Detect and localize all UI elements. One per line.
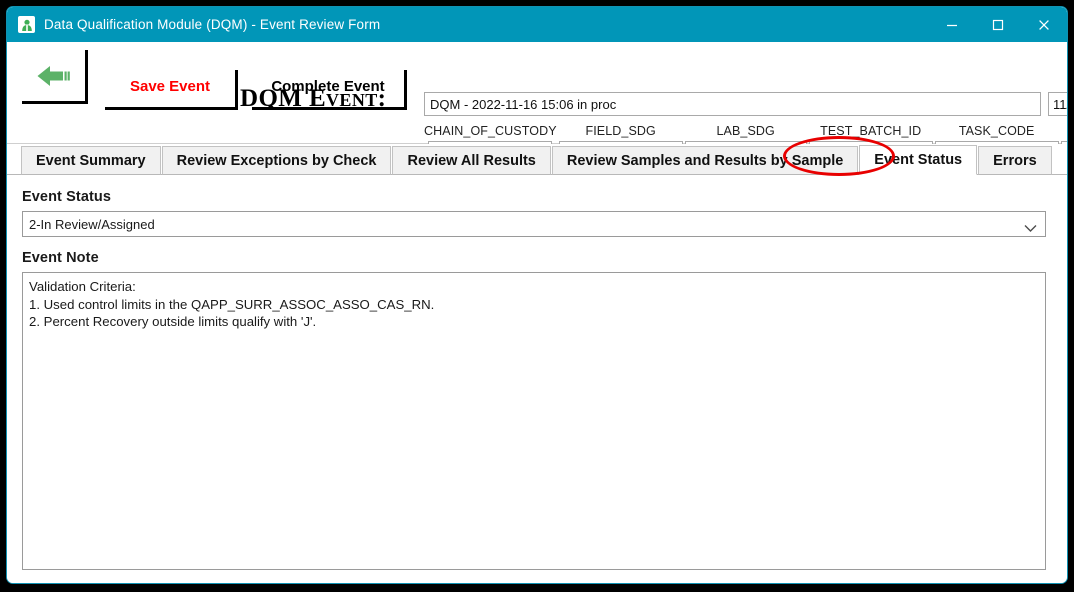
tab-strip-container: Event Summary Review Exceptions by Check R…: [7, 144, 1067, 175]
event-status-select[interactable]: 2-In Review/Assigned: [22, 211, 1046, 237]
event-name-input[interactable]: [424, 92, 1041, 116]
tab-label: Errors: [993, 152, 1037, 169]
dqm-app-icon: [18, 16, 35, 33]
tab-strip: Event Summary Review Exceptions by Check R…: [7, 144, 1067, 175]
meta-field-label: CHAIN_OF_CUSTODY: [424, 124, 557, 138]
tab-event-summary[interactable]: Event Summary: [21, 146, 161, 175]
page-title: DQM Event:: [240, 85, 387, 112]
tab-review-all-results[interactable]: Review All Results: [392, 146, 551, 175]
tab-review-samples-and-results-by-sample[interactable]: Review Samples and Results by Sample: [551, 146, 859, 175]
save-event-button[interactable]: Save Event: [105, 70, 238, 110]
application-window: Data Qualification Module (DQM) - Event …: [6, 6, 1068, 584]
event-status-panel: Event Status 2-In Review/Assigned Event …: [7, 175, 1067, 583]
tab-label: Review Samples and Results by Sample: [566, 152, 844, 169]
title-bar: Data Qualification Module (DQM) - Event …: [7, 7, 1067, 42]
tab-label: Event Summary: [36, 152, 146, 169]
green-left-arrow-icon: [36, 65, 72, 87]
event-date-input[interactable]: [1048, 92, 1067, 116]
window-controls: [929, 7, 1067, 42]
event-note-label: Event Note: [22, 250, 99, 266]
window-title: Data Qualification Module (DQM) - Event …: [44, 17, 381, 32]
tab-errors[interactable]: Errors: [978, 146, 1052, 175]
minimize-icon[interactable]: [929, 7, 975, 42]
page-root: Data Qualification Module (DQM) - Event …: [0, 0, 1074, 592]
meta-field-label: FIELD_SDG: [585, 124, 656, 138]
meta-field-label: TASK_CODE: [958, 124, 1035, 138]
event-status-label: Event Status: [22, 189, 112, 205]
event-note-textarea[interactable]: Validation Criteria: 1. Used control lim…: [22, 272, 1046, 570]
meta-field-label: LAB_SDG: [716, 124, 775, 138]
back-button[interactable]: [22, 50, 88, 104]
tab-review-exceptions-by-check[interactable]: Review Exceptions by Check: [161, 146, 392, 175]
maximize-icon[interactable]: [975, 7, 1021, 42]
tab-event-status[interactable]: Event Status: [859, 145, 978, 175]
tab-label: Review All Results: [407, 152, 536, 169]
tab-label: Review Exceptions by Check: [176, 152, 377, 169]
header-toolbar: Save Event Complete Event DQM Event: CHA…: [7, 42, 1067, 163]
event-status-select-wrap: 2-In Review/Assigned: [22, 211, 1046, 237]
meta-field-label: TEST_BATCH_ID: [820, 124, 922, 138]
save-event-label: Save Event: [129, 78, 211, 95]
tab-label: Event Status: [874, 152, 963, 168]
close-icon[interactable]: [1021, 7, 1067, 42]
